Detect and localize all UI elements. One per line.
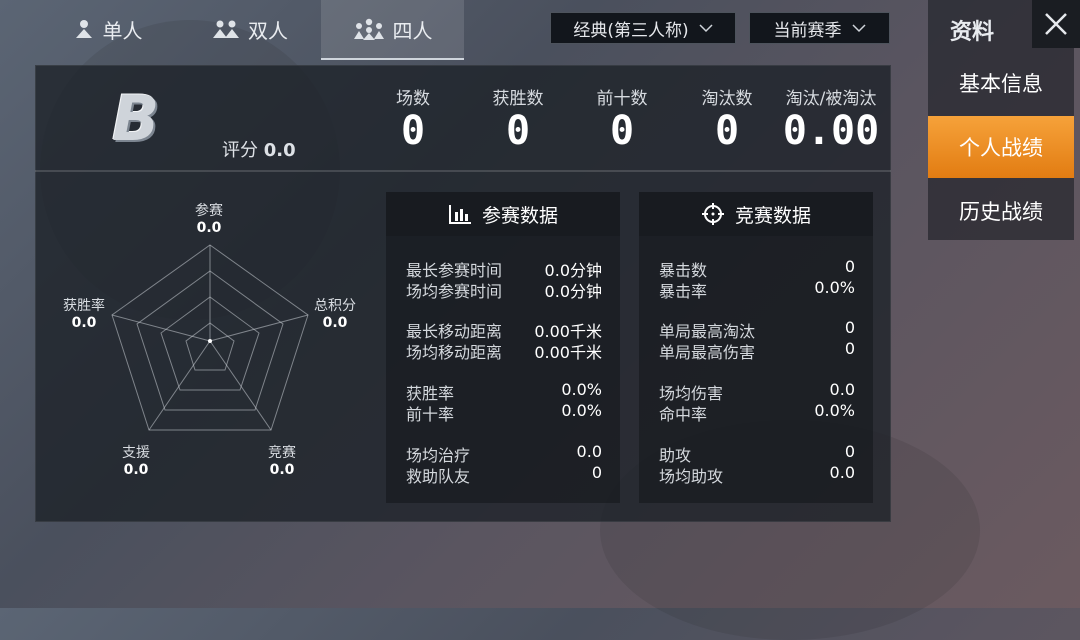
- tab-squad-label: 四人: [392, 18, 433, 43]
- competition-row: 暴击率 0.0%: [659, 278, 855, 302]
- competition-data-title: 竞赛数据: [734, 204, 811, 227]
- mode-dropdown[interactable]: 经典(第三人称): [550, 12, 736, 44]
- score-value: 0.0: [263, 140, 296, 161]
- row-value: 0.0分钟: [544, 282, 602, 301]
- row-label: 单局最高伤害: [659, 343, 756, 362]
- radar-label-participation: 参赛: [195, 203, 223, 219]
- competition-data-box: 竞赛数据 暴击数 0 暴击率 0.0% 单局最高淘汰 0 单局最高伤害 0 场均伤害 0.…: [639, 192, 873, 503]
- close-button[interactable]: [1032, 0, 1080, 48]
- row-label: 场均助攻: [659, 467, 724, 486]
- stat-value-kd: 0.00: [782, 108, 880, 154]
- mode-tabs: 单人 双人 四人: [40, 0, 470, 60]
- participation-data-box: 参赛数据 最长参赛时间 0.0分钟 场均参赛时间 0.0分钟 最长移动距离 0.00千…: [386, 192, 620, 503]
- stat-label-top10: 前十数: [596, 89, 648, 109]
- score-label: 评分: [222, 140, 258, 161]
- row-value: 0: [844, 339, 855, 358]
- participation-data-header: 参赛数据: [386, 192, 620, 236]
- sidebar-item-label: 基本信息: [959, 72, 1043, 96]
- stat-label-wins: 获胜数: [492, 89, 544, 109]
- tab-single-label: 单人: [102, 18, 143, 43]
- season-dropdown-value: 当前赛季: [773, 20, 842, 41]
- sidebar-item-basic-info[interactable]: 基本信息: [928, 52, 1074, 114]
- participation-row: 场均参赛时间 0.0分钟: [406, 278, 602, 302]
- radar-chart: [111, 244, 309, 431]
- stat-value-wins: 0: [505, 108, 531, 154]
- radar-value-total-score: 0.0: [322, 315, 348, 331]
- crosshair-icon: [701, 203, 724, 225]
- stat-label-kd: 淘汰/被淘汰: [785, 89, 877, 109]
- row-value: 0.0%: [814, 278, 855, 297]
- radar-value-support: 0.0: [123, 462, 149, 478]
- sidebar-item-label: 历史战绩: [959, 200, 1043, 224]
- row-value: 0.0%: [561, 401, 602, 420]
- section-divider: [35, 170, 891, 172]
- grade-badge: B: [112, 82, 160, 155]
- radar-center-point: [208, 339, 212, 343]
- tab-duo-label: 双人: [248, 18, 288, 43]
- single-person-icon: [75, 20, 92, 38]
- row-label: 救助队友: [406, 467, 471, 486]
- bar-chart-icon: [448, 205, 471, 224]
- sidebar-item-label: 个人战绩: [959, 136, 1043, 160]
- score: 评分 0.0: [222, 136, 296, 162]
- radar-axis: [148, 340, 211, 431]
- tab-squad[interactable]: 四人: [321, 0, 464, 60]
- radar-value-win-rate: 0.0: [71, 315, 97, 331]
- competition-row: 场均助攻 0.0: [659, 463, 855, 487]
- radar-axis: [111, 314, 211, 342]
- stat-label-matches: 场数: [396, 89, 430, 109]
- tab-single[interactable]: 单人: [40, 0, 175, 58]
- stat-value-top10: 0: [609, 108, 635, 154]
- duo-icon: [213, 20, 239, 38]
- radar-label-total-score: 总积分: [314, 298, 356, 314]
- row-label: 前十率: [406, 405, 455, 424]
- participation-data-title: 参赛数据: [481, 204, 558, 227]
- participation-row: 场均移动距离 0.00千米: [406, 339, 602, 363]
- row-value: 0.00千米: [534, 343, 602, 362]
- competition-row: 命中率 0.0%: [659, 401, 855, 425]
- radar-axis: [209, 340, 272, 431]
- row-value: 0.0%: [814, 401, 855, 420]
- chevron-down-icon: [699, 24, 713, 33]
- mode-dropdown-value: 经典(第三人称): [573, 20, 689, 41]
- radar-label-win-rate: 获胜率: [63, 298, 105, 314]
- stat-value-kills: 0: [714, 108, 740, 154]
- tab-duo[interactable]: 双人: [180, 0, 320, 58]
- chevron-down-icon: [851, 24, 866, 33]
- competition-row: 单局最高伤害 0: [659, 339, 855, 363]
- sidebar-item-personal-record[interactable]: 个人战绩: [928, 116, 1074, 178]
- participation-row: 救助队友 0: [406, 463, 602, 487]
- season-dropdown[interactable]: 当前赛季: [749, 12, 890, 44]
- radar-value-participation: 0.0: [196, 220, 222, 236]
- radar-label-competition: 竞赛: [268, 445, 296, 461]
- row-value: 0: [591, 463, 602, 482]
- radar-axis: [209, 314, 309, 342]
- sidebar-title: 资料: [950, 20, 995, 45]
- row-value: 0.0: [829, 463, 855, 482]
- row-label: 命中率: [659, 405, 708, 424]
- participation-row: 前十率 0.0%: [406, 401, 602, 425]
- row-label: 场均移动距离: [406, 343, 503, 362]
- competition-data-header: 竞赛数据: [639, 192, 873, 236]
- row-label: 暴击率: [659, 282, 708, 301]
- stat-label-kills: 淘汰数: [701, 89, 753, 109]
- radar-value-competition: 0.0: [269, 462, 295, 478]
- squad-icon: [353, 18, 384, 40]
- radar-label-support: 支援: [122, 445, 150, 461]
- close-icon: [1045, 13, 1067, 35]
- stat-value-matches: 0: [400, 108, 426, 154]
- sidebar-item-history-record[interactable]: 历史战绩: [928, 180, 1074, 242]
- row-label: 场均参赛时间: [406, 282, 503, 301]
